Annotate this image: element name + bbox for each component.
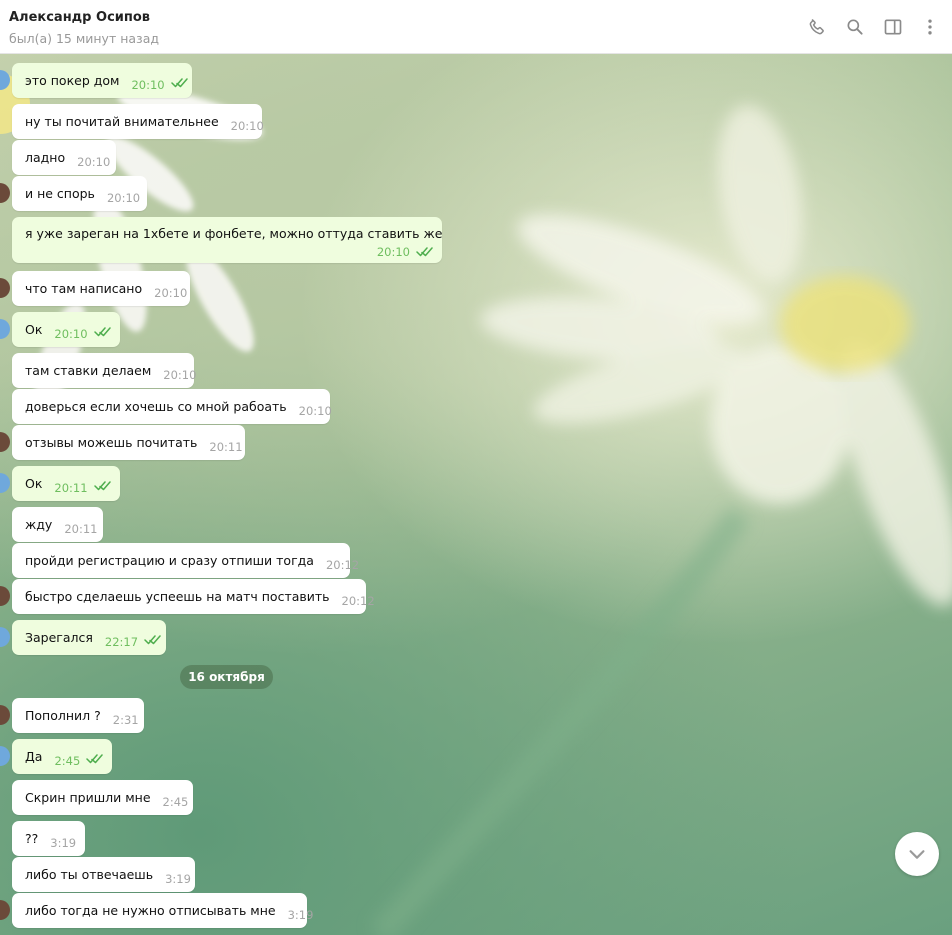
message-bubble[interactable]: ?? 3:19 (12, 821, 85, 856)
double-check-icon (170, 76, 189, 91)
message-text: Пополнил ? (25, 708, 101, 723)
search-icon[interactable] (843, 15, 867, 39)
message-bubble[interactable]: Да 2:45 (12, 739, 112, 774)
message-meta: 20:10 (377, 244, 434, 259)
message-bubble[interactable]: это покер дом 20:10 (12, 63, 192, 98)
message-text: доверься если хочешь со мной рабоать (25, 399, 287, 414)
message-text: там ставки делаем (25, 363, 152, 378)
message-text: я уже зареган на 1хбете и фонбете, можно… (25, 226, 443, 241)
message-time: 2:45 (54, 753, 81, 768)
message-bubble[interactable]: ну ты почитай внимательнее 20:10 (12, 104, 264, 139)
chat-header: Александр Осипов был(а) 15 минут назад (0, 0, 952, 54)
message-bubble[interactable]: жду 20:11 (12, 507, 103, 542)
message-text: ладно (25, 150, 66, 165)
avatar[interactable] (0, 746, 10, 766)
message-bubble[interactable]: либо тогда не нужно отписывать мне 3:19 (12, 893, 313, 928)
message-time: 20:10 (154, 285, 188, 300)
chat-title[interactable]: Александр Осипов (9, 10, 150, 25)
message-text: ?? (25, 831, 39, 846)
double-check-icon (86, 752, 104, 767)
chevron-down-icon (909, 850, 925, 859)
double-check-icon (416, 245, 434, 260)
message-time: 2:45 (162, 794, 189, 809)
message-text: Да (25, 749, 43, 764)
message-time: 2:31 (112, 712, 139, 727)
message-text: Зарегался (25, 630, 93, 645)
message-list[interactable]: 16 октября это покер дом 20:10 ну ты почит… (0, 54, 952, 935)
message-text: Ок (25, 322, 43, 337)
message-time: 20:11 (209, 439, 243, 454)
message-text: либо тогда не нужно отписывать мне (25, 903, 276, 918)
avatar[interactable] (0, 319, 10, 339)
message-text: быстро сделаешь успеешь на матч поставит… (25, 589, 330, 604)
message-bubble[interactable]: пройди регистрацию и сразу отпиши тогда 2… (12, 543, 359, 578)
message-time: 20:12 (341, 593, 375, 608)
avatar[interactable] (0, 900, 10, 920)
date-divider: 16 октября (180, 665, 273, 689)
chat-status: был(а) 15 минут назад (9, 31, 159, 46)
message-time: 3:19 (287, 907, 314, 922)
message-bubble[interactable]: и не спорь 20:10 (12, 176, 147, 211)
message-bubble[interactable]: ладно 20:10 (12, 140, 116, 175)
avatar[interactable] (0, 278, 10, 298)
avatar[interactable] (0, 705, 10, 725)
message-bubble[interactable]: Ок 20:11 (12, 466, 120, 501)
message-text: и не спорь (25, 186, 95, 201)
message-time: 20:11 (64, 521, 98, 536)
message-text: ну ты почитай внимательнее (25, 114, 219, 129)
message-bubble[interactable]: Пополнил ? 2:31 (12, 698, 144, 733)
message-time: 20:10 (163, 367, 197, 382)
message-bubble[interactable]: я уже зареган на 1хбете и фонбете, можно… (12, 217, 442, 263)
phone-icon[interactable] (805, 15, 829, 39)
message-time: 20:10 (298, 403, 332, 418)
message-text: Скрин пришли мне (25, 790, 151, 805)
avatar[interactable] (0, 432, 10, 452)
message-text: жду (25, 517, 53, 532)
message-time: 3:19 (165, 871, 191, 886)
message-text: либо ты отвечаешь (25, 867, 154, 882)
scroll-to-bottom-button[interactable] (895, 832, 939, 876)
message-time: 20:12 (325, 557, 360, 572)
message-text: отзывы можешь почитать (25, 435, 198, 450)
message-bubble[interactable]: либо ты отвечаешь 3:19 (12, 857, 195, 892)
double-check-icon (144, 633, 162, 648)
message-time: 3:19 (50, 835, 77, 850)
message-text: Ок (25, 476, 43, 491)
avatar[interactable] (0, 473, 10, 493)
message-bubble[interactable]: Ок 20:10 (12, 312, 120, 347)
message-bubble[interactable]: быстро сделаешь успеешь на матч поставит… (12, 579, 375, 614)
avatar[interactable] (0, 70, 10, 90)
double-check-icon (93, 479, 112, 494)
message-time: 20:10 (77, 154, 111, 169)
message-time: 22:17 (104, 634, 139, 649)
sidebar-toggle-icon[interactable] (881, 15, 905, 39)
message-time: 20:10 (230, 118, 264, 133)
more-vertical-icon[interactable] (918, 15, 942, 39)
message-time: 20:10 (106, 190, 141, 205)
message-bubble[interactable]: там ставки делаем 20:10 (12, 353, 197, 388)
avatar[interactable] (0, 183, 10, 203)
message-bubble[interactable]: что там написано 20:10 (12, 271, 190, 306)
message-bubble[interactable]: отзывы можешь почитать 20:11 (12, 425, 245, 460)
message-text: что там написано (25, 281, 143, 296)
message-time: 20:10 (376, 244, 410, 259)
message-text: это покер дом (25, 73, 120, 88)
double-check-icon (93, 325, 112, 340)
message-bubble[interactable]: Зарегался 22:17 (12, 620, 166, 655)
avatar[interactable] (0, 627, 10, 647)
message-bubble[interactable]: Скрин пришли мне 2:45 (12, 780, 193, 815)
avatar[interactable] (0, 586, 10, 606)
message-bubble[interactable]: доверься если хочешь со мной рабоать 20:1… (12, 389, 332, 424)
message-time: 20:10 (54, 326, 88, 341)
message-time: 20:11 (54, 480, 88, 495)
message-text: пройди регистрацию и сразу отпиши тогда (25, 553, 314, 568)
message-time: 20:10 (131, 77, 165, 92)
